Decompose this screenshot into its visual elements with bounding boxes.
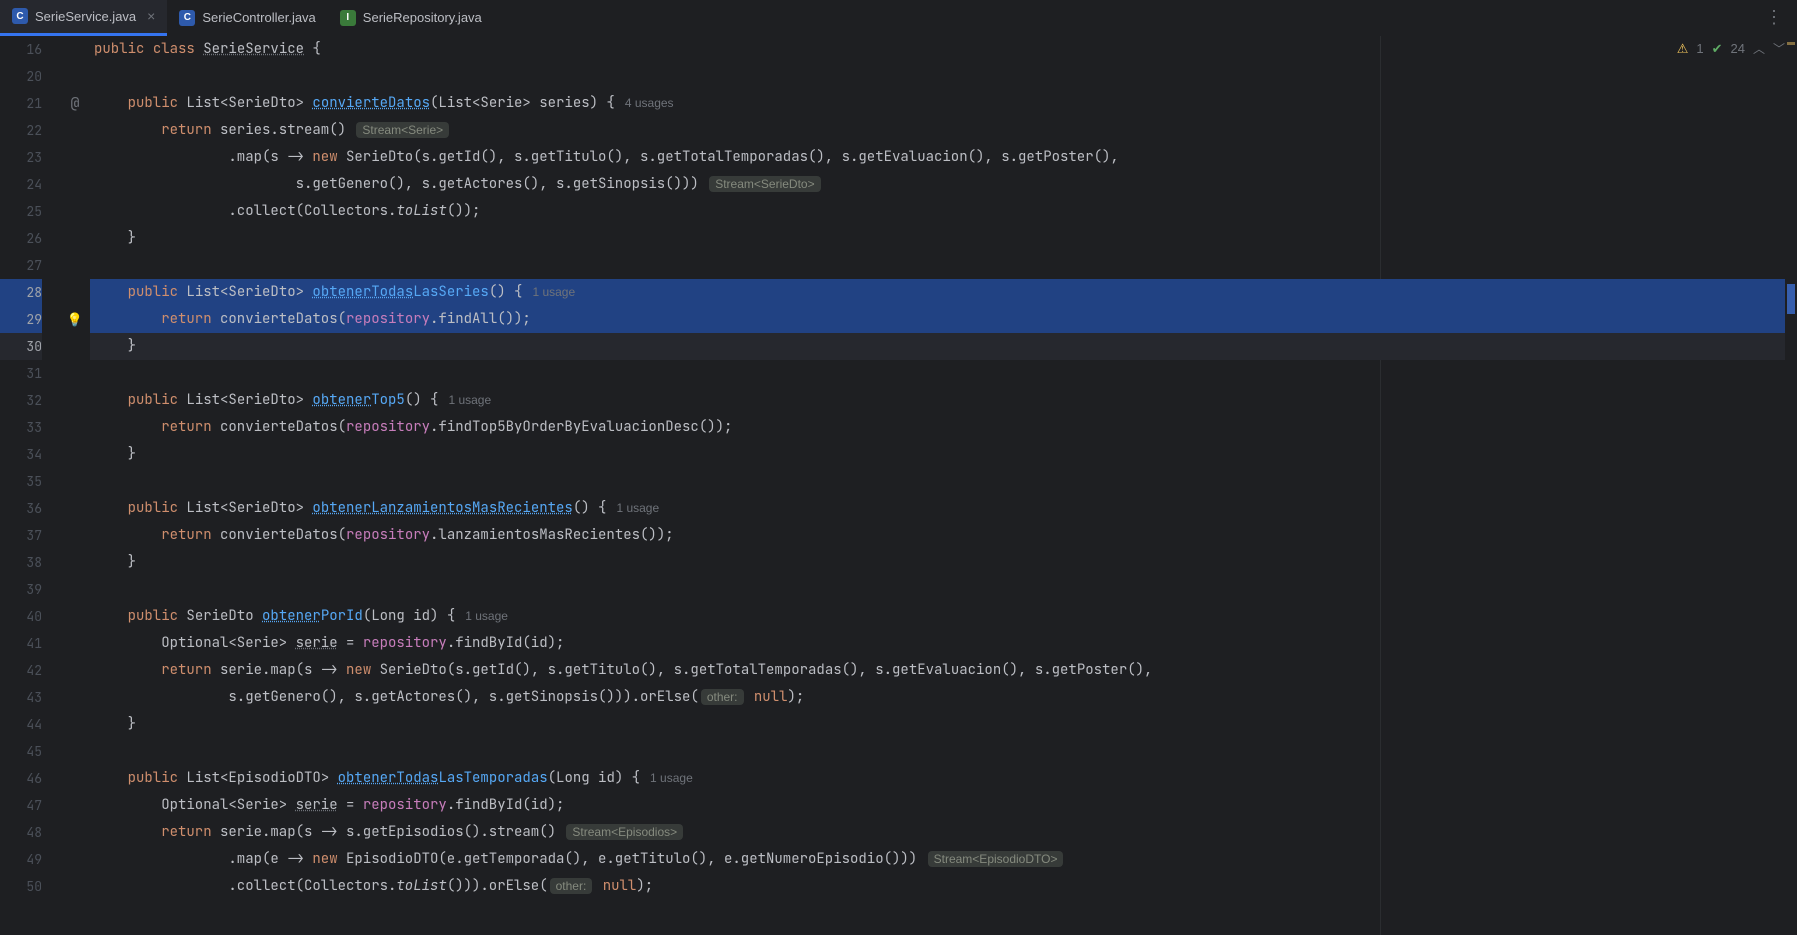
- line-number[interactable]: 26: [0, 225, 42, 252]
- line-number[interactable]: 24: [0, 171, 42, 198]
- tab-serierepository[interactable]: I SerieRepository.java: [328, 0, 494, 36]
- line-number[interactable]: 49: [0, 846, 42, 873]
- usages-hint[interactable]: 1 usage: [650, 771, 693, 785]
- line-number[interactable]: 47: [0, 792, 42, 819]
- code-line[interactable]: [90, 63, 1797, 90]
- code-line[interactable]: public class SerieService {: [90, 36, 1797, 63]
- line-number[interactable]: 45: [0, 738, 42, 765]
- code-line[interactable]: }: [90, 711, 1797, 738]
- line-number[interactable]: 50: [0, 873, 42, 900]
- gutter-markers: @ 💡: [60, 36, 90, 935]
- inlay-hint: Stream<EpisodioDTO>: [928, 851, 1064, 867]
- tab-label: SerieService.java: [35, 9, 136, 24]
- intention-bulb-icon[interactable]: 💡: [64, 306, 86, 333]
- line-number[interactable]: 39: [0, 576, 42, 603]
- tab-label: SerieController.java: [202, 10, 315, 25]
- editor-tabs: C SerieService.java × C SerieController.…: [0, 0, 1797, 36]
- line-number[interactable]: 31: [0, 360, 42, 387]
- code-line[interactable]: .collect(Collectors.toList());: [90, 198, 1797, 225]
- code-line[interactable]: }: [90, 441, 1797, 468]
- class-icon: C: [12, 8, 28, 24]
- inlay-hint: other:: [701, 689, 744, 705]
- code-line[interactable]: s.getGenero(), s.getActores(), s.getSino…: [90, 171, 1797, 198]
- code-line[interactable]: return convierteDatos(repository.lanzami…: [90, 522, 1797, 549]
- tabs-overflow-menu[interactable]: ⋮: [1753, 6, 1797, 29]
- line-number[interactable]: 27: [0, 252, 42, 279]
- tab-seriecontroller[interactable]: C SerieController.java: [167, 0, 327, 36]
- inlay-hint: Stream<Episodios>: [566, 824, 683, 840]
- interface-icon: I: [340, 10, 356, 26]
- vertical-scrollbar[interactable]: [1785, 36, 1797, 935]
- code-line[interactable]: return series.stream() Stream<Serie>: [90, 117, 1797, 144]
- usages-hint[interactable]: 1 usage: [616, 501, 659, 515]
- usages-hint[interactable]: 1 usage: [465, 609, 508, 623]
- line-number[interactable]: 16: [0, 36, 42, 63]
- line-number[interactable]: 34: [0, 441, 42, 468]
- usages-hint[interactable]: 1 usage: [448, 393, 491, 407]
- line-number[interactable]: 25: [0, 198, 42, 225]
- code-line[interactable]: public List<SerieDto> obtenerTop5() {1 u…: [90, 387, 1797, 414]
- code-line[interactable]: public List<EpisodioDTO> obtenerTodasLas…: [90, 765, 1797, 792]
- code-line[interactable]: }: [90, 225, 1797, 252]
- line-number[interactable]: 46: [0, 765, 42, 792]
- line-number[interactable]: 28: [0, 279, 42, 306]
- class-icon: C: [179, 10, 195, 26]
- code-line[interactable]: .collect(Collectors.toList())).orElse(ot…: [90, 873, 1797, 900]
- override-icon[interactable]: @: [64, 90, 86, 117]
- line-number[interactable]: 44: [0, 711, 42, 738]
- line-number[interactable]: 35: [0, 468, 42, 495]
- line-number[interactable]: 41: [0, 630, 42, 657]
- code-line[interactable]: return convierteDatos(repository.findAll…: [90, 306, 1797, 333]
- code-line[interactable]: public List<SerieDto> obtenerTodasLasSer…: [90, 279, 1797, 306]
- code-line[interactable]: .map(e -> new EpisodioDTO(e.getTemporada…: [90, 846, 1797, 873]
- close-icon[interactable]: ×: [147, 8, 155, 24]
- code-line[interactable]: }: [90, 333, 1797, 360]
- inlay-hint: Stream<SerieDto>: [709, 176, 820, 192]
- code-line[interactable]: Optional<Serie> serie = repository.findB…: [90, 792, 1797, 819]
- code-line[interactable]: [90, 360, 1797, 387]
- code-line[interactable]: Optional<Serie> serie = repository.findB…: [90, 630, 1797, 657]
- code-area[interactable]: ⚠1 ✔24 ︿ ﹀ public class SerieService { p…: [90, 36, 1797, 935]
- code-line[interactable]: return convierteDatos(repository.findTop…: [90, 414, 1797, 441]
- code-editor[interactable]: 16 20 21 22 23 24 25 26 27 28 29 30 31 3…: [0, 36, 1797, 935]
- code-line[interactable]: [90, 738, 1797, 765]
- line-number[interactable]: 32: [0, 387, 42, 414]
- line-number[interactable]: 29: [0, 306, 42, 333]
- line-number[interactable]: 42: [0, 657, 42, 684]
- usages-hint[interactable]: 1 usage: [532, 285, 575, 299]
- code-line[interactable]: [90, 468, 1797, 495]
- tab-serieservice[interactable]: C SerieService.java ×: [0, 0, 167, 36]
- line-number[interactable]: 40: [0, 603, 42, 630]
- line-number[interactable]: 43: [0, 684, 42, 711]
- line-number[interactable]: 30: [0, 333, 42, 360]
- code-line[interactable]: [90, 576, 1797, 603]
- code-line[interactable]: public List<SerieDto> convierteDatos(Lis…: [90, 90, 1797, 117]
- code-line[interactable]: return serie.map(s -> new SerieDto(s.get…: [90, 657, 1797, 684]
- code-line[interactable]: return serie.map(s -> s.getEpisodios().s…: [90, 819, 1797, 846]
- line-number[interactable]: 48: [0, 819, 42, 846]
- code-line[interactable]: public SerieDto obtenerPorId(Long id) {1…: [90, 603, 1797, 630]
- code-line[interactable]: public List<SerieDto> obtenerLanzamiento…: [90, 495, 1797, 522]
- usages-hint[interactable]: 4 usages: [625, 96, 674, 110]
- line-number[interactable]: 36: [0, 495, 42, 522]
- line-number[interactable]: 38: [0, 549, 42, 576]
- inlay-hint: other:: [550, 878, 593, 894]
- line-number[interactable]: 37: [0, 522, 42, 549]
- line-number[interactable]: 21: [0, 90, 42, 117]
- line-number[interactable]: 22: [0, 117, 42, 144]
- tab-label: SerieRepository.java: [363, 10, 482, 25]
- inlay-hint: Stream<Serie>: [356, 122, 449, 138]
- line-number[interactable]: 20: [0, 63, 42, 90]
- line-number[interactable]: 23: [0, 144, 42, 171]
- code-line[interactable]: [90, 252, 1797, 279]
- code-line[interactable]: s.getGenero(), s.getActores(), s.getSino…: [90, 684, 1797, 711]
- code-line[interactable]: .map(s -> new SerieDto(s.getId(), s.getT…: [90, 144, 1797, 171]
- gutter[interactable]: 16 20 21 22 23 24 25 26 27 28 29 30 31 3…: [0, 36, 60, 935]
- code-line[interactable]: }: [90, 549, 1797, 576]
- line-number[interactable]: 33: [0, 414, 42, 441]
